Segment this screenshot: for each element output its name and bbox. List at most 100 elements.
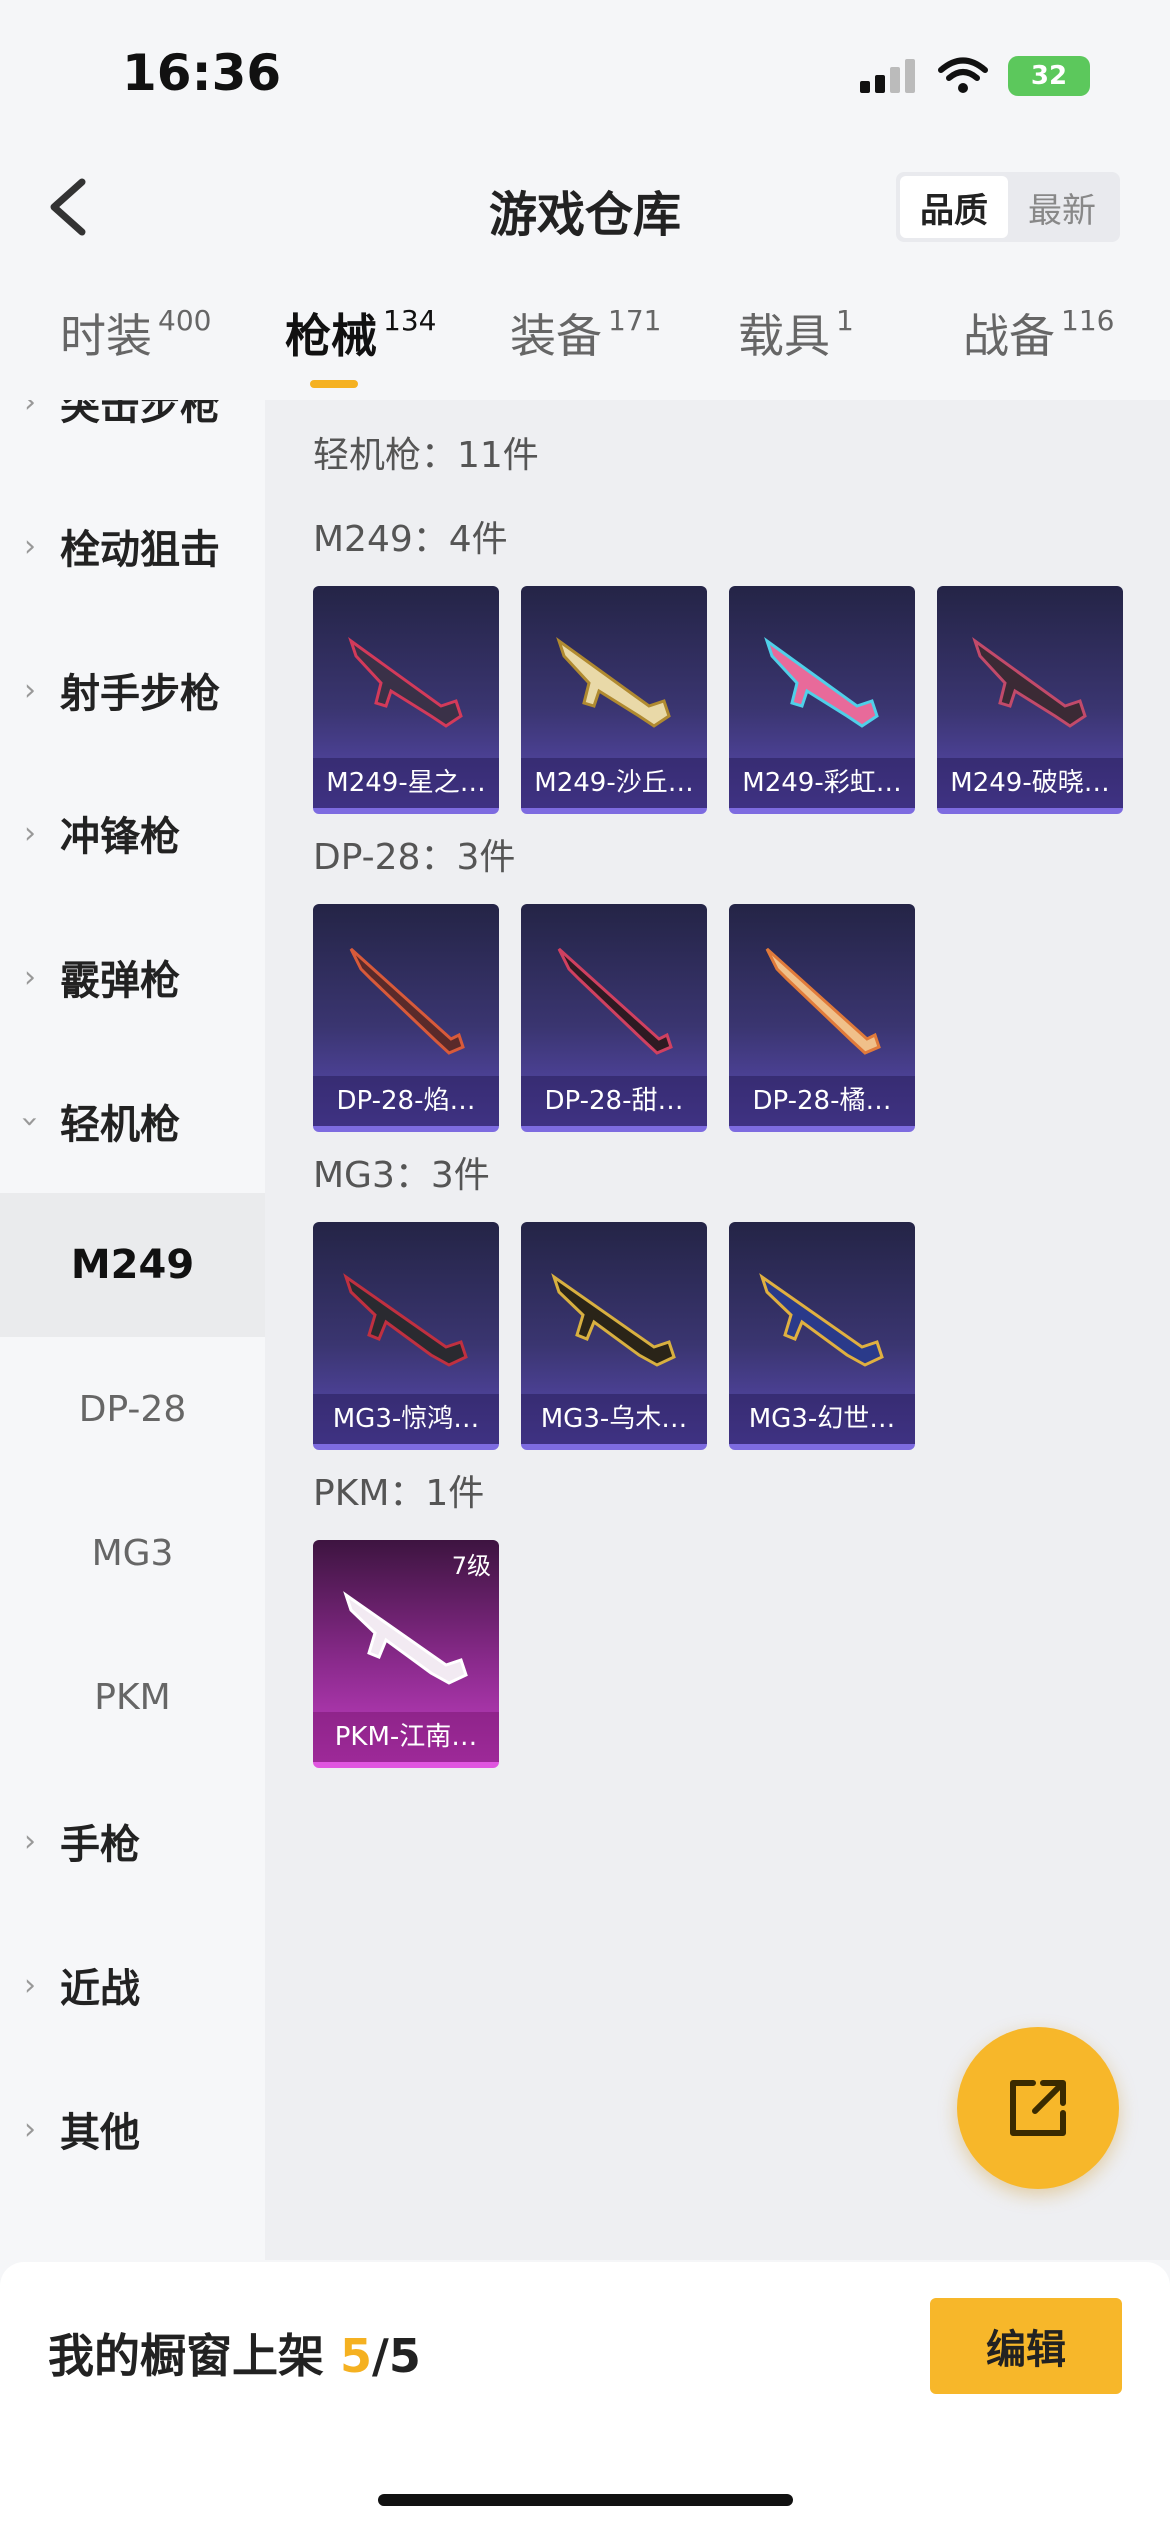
tab-vehicles[interactable]: 载具 1 (738, 300, 854, 366)
chevron-right-icon: › (24, 2111, 36, 2147)
item-name: M249-星之… (313, 758, 499, 808)
sidebar-item-label: 其他 (60, 2110, 140, 2156)
edit-button[interactable]: 编辑 (930, 2298, 1122, 2394)
sidebar-item-label: 突击步枪 (60, 400, 220, 429)
sidebar-item-label: 冲锋枪 (60, 814, 180, 860)
tab-count: 171 (608, 304, 662, 337)
item-card[interactable]: M249-破晓… (937, 586, 1123, 814)
sidebar-item-label: 栓动狙击 (60, 527, 220, 573)
sort-toggle: 品质 最新 (896, 172, 1120, 242)
gun-icon (551, 1273, 676, 1367)
sidebar-item-label: 霰弹枪 (60, 958, 180, 1004)
sidebar-item-lmg[interactable]: › 轻机枪 (0, 1049, 265, 1193)
sidebar-item-smg[interactable]: › 冲锋枪 (0, 761, 265, 905)
sidebar-item-pistol[interactable]: › 手枪 (0, 1769, 265, 1913)
group-title: M249：4件 (313, 519, 508, 560)
item-name: MG3-惊鸿… (313, 1394, 499, 1444)
gun-icon (759, 1273, 884, 1367)
gun-icon (765, 947, 881, 1055)
status-icons: 32 (860, 56, 1090, 96)
battery-level: 32 (1030, 61, 1068, 91)
active-tab-indicator (310, 380, 358, 388)
tab-label: 载具 (738, 309, 830, 363)
item-name: MG3-乌木… (521, 1394, 707, 1444)
chevron-down-icon: › (12, 1115, 48, 1127)
showcase-current: 5 (340, 2329, 373, 2383)
tab-count: 134 (383, 304, 437, 337)
tab-label: 时装 (60, 309, 152, 363)
chevron-right-icon: › (24, 815, 36, 851)
sidebar-item-shotgun[interactable]: › 霰弹枪 (0, 905, 265, 1049)
tab-count: 400 (158, 304, 212, 337)
gun-icon (348, 637, 463, 728)
chevron-right-icon: › (24, 400, 36, 420)
showcase-total: /5 (372, 2329, 421, 2383)
item-card[interactable]: DP-28-甜… (521, 904, 707, 1132)
item-card[interactable]: M249-沙丘… (521, 586, 707, 814)
item-name: DP-28-甜… (521, 1076, 707, 1126)
header: 游戏仓库 品质 最新 (0, 160, 1170, 250)
sidebar-item-marksman-rifle[interactable]: › 射手步枪 (0, 618, 265, 762)
tab-label: 战备 (963, 309, 1055, 363)
gun-icon (349, 947, 465, 1055)
item-card[interactable]: MG3-乌木… (521, 1222, 707, 1450)
item-name: DP-28-橘… (729, 1076, 915, 1126)
sidebar-subitem-pkm[interactable]: PKM (0, 1625, 265, 1769)
sidebar-item-label: 轻机枪 (60, 1102, 180, 1148)
external-link-icon (1010, 2080, 1066, 2136)
item-card[interactable]: DP-28-橘… (729, 904, 915, 1132)
bottom-bar: 我的橱窗上架 5/5 编辑 (0, 2262, 1170, 2532)
category-tabs: 时装 400 枪械 134 装备 171 载具 1 战备 116 (0, 300, 1170, 400)
sidebar-subitem-dp28[interactable]: DP-28 (0, 1337, 265, 1481)
item-card[interactable]: M249-彩虹… (729, 586, 915, 814)
category-title: 轻机枪：11件 (313, 435, 539, 476)
tab-count: 1 (836, 304, 854, 337)
tab-fashion[interactable]: 时装 400 (60, 300, 211, 366)
home-indicator (378, 2494, 793, 2506)
tab-label: 枪械 (285, 309, 377, 363)
sidebar-item-label: 手枪 (60, 1822, 140, 1868)
item-name: M249-破晓… (937, 758, 1123, 808)
tab-count: 116 (1061, 304, 1115, 337)
sidebar-item-other[interactable]: › 其他 (0, 2057, 265, 2201)
sidebar-item-assault-rifle[interactable]: › 突击步枪 (0, 400, 265, 474)
item-card[interactable]: 7级 PKM-江南… (313, 1540, 499, 1768)
item-name: M249-彩虹… (729, 758, 915, 808)
gun-icon (972, 637, 1087, 728)
status-bar: 16:36 32 (0, 0, 1170, 150)
gun-icon (343, 1591, 468, 1685)
chevron-right-icon: › (24, 959, 36, 995)
sidebar-subitem-m249[interactable]: M249 (0, 1193, 265, 1337)
group-title: PKM：1件 (313, 1473, 485, 1514)
tab-firearms[interactable]: 枪械 134 (285, 300, 436, 366)
item-name: PKM-江南… (313, 1712, 499, 1762)
status-time: 16:36 (122, 44, 282, 102)
showcase-label: 我的橱窗上架 (48, 2329, 324, 2383)
battery-indicator: 32 (1008, 56, 1090, 96)
gun-icon (556, 637, 671, 728)
sort-newest-button[interactable]: 最新 (1008, 176, 1116, 238)
sidebar-item-label: 射手步枪 (60, 671, 220, 717)
item-card[interactable]: DP-28-焰… (313, 904, 499, 1132)
group-title: MG3：3件 (313, 1155, 490, 1196)
item-card[interactable]: MG3-幻世… (729, 1222, 915, 1450)
sidebar-item-bolt-sniper[interactable]: › 栓动狙击 (0, 474, 265, 618)
item-card[interactable]: MG3-惊鸿… (313, 1222, 499, 1450)
item-name: DP-28-焰… (313, 1076, 499, 1126)
group-title: DP-28：3件 (313, 837, 516, 878)
tab-equipment[interactable]: 装备 171 (510, 300, 661, 366)
gun-icon (343, 1273, 468, 1367)
sort-quality-button[interactable]: 品质 (900, 176, 1008, 238)
sidebar-subitem-mg3[interactable]: MG3 (0, 1481, 265, 1625)
gun-icon (764, 637, 879, 728)
tab-tactical-gear[interactable]: 战备 116 (963, 300, 1114, 366)
gun-icon (557, 947, 673, 1055)
sidebar: › 突击步枪 › 栓动狙击 › 射手步枪 › 冲锋枪 › 霰弹枪 › 轻机枪 M… (0, 400, 265, 2260)
signal-icon (860, 59, 915, 93)
share-button[interactable] (957, 2027, 1119, 2189)
sidebar-item-melee[interactable]: › 近战 (0, 1913, 265, 2057)
chevron-right-icon: › (24, 528, 36, 564)
chevron-right-icon: › (24, 672, 36, 708)
showcase-status: 我的橱窗上架 5/5 (48, 2320, 421, 2386)
item-card[interactable]: M249-星之… (313, 586, 499, 814)
